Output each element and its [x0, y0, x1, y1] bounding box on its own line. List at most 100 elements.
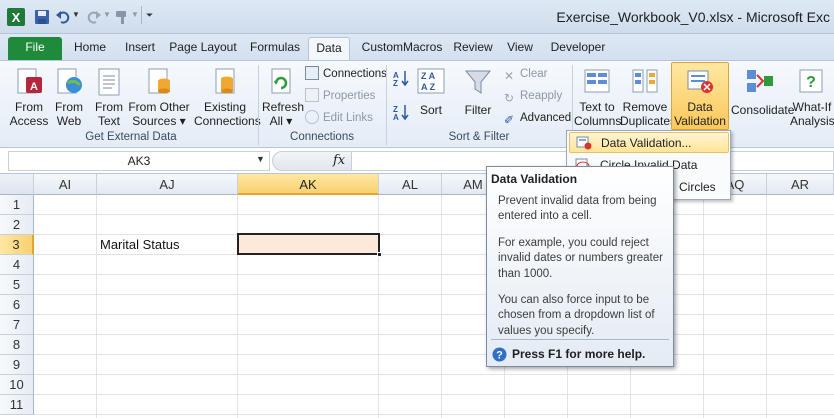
row-header-9[interactable]: 9	[0, 355, 34, 375]
sort-label: Sort	[419, 103, 442, 117]
redo-dropdown-icon[interactable]: ▼	[103, 10, 111, 19]
tab-formulas[interactable]: Formulas	[246, 37, 304, 60]
menu-item-data-validation[interactable]: Data Validation...	[569, 132, 729, 153]
gridline	[34, 354, 834, 355]
sort-ascending-icon[interactable]: AZ	[392, 69, 410, 88]
edit-links-button[interactable]: Edit Links	[305, 109, 373, 127]
clear-icon: ✕	[503, 69, 515, 83]
svg-text:A: A	[30, 81, 38, 93]
select-all-corner[interactable]	[0, 174, 34, 195]
row-header-3[interactable]: 3	[0, 235, 34, 255]
window-title: Exercise_Workbook_V0.xlsx - Microsoft Ex…	[556, 9, 830, 25]
tab-page-layout[interactable]: Page Layout	[168, 37, 238, 60]
format-painter-dropdown-icon[interactable]: ▼	[131, 10, 139, 19]
group-label-connections: Connections	[290, 131, 354, 143]
text-file-icon	[98, 68, 120, 96]
sort-descending-icon[interactable]: ZA	[392, 103, 410, 122]
tab-review[interactable]: Review	[452, 37, 494, 60]
reapply-button[interactable]: ↻ Reapply	[502, 87, 562, 105]
data-validation-button[interactable]: Data Validation ▾	[671, 62, 729, 142]
sort-button[interactable]: Z A A Z Sort	[414, 67, 448, 117]
gridline	[34, 254, 834, 255]
cell-aj3[interactable]: Marital Status	[100, 236, 179, 254]
ribbon-tabs: File Home Insert Page Layout Formulas Da…	[0, 34, 834, 60]
cell-ak3-selected[interactable]	[237, 233, 382, 257]
row-header-5[interactable]: 5	[0, 275, 34, 295]
gridline	[378, 195, 379, 418]
row-header-4[interactable]: 4	[0, 255, 34, 275]
group-separator	[258, 65, 259, 145]
from-web-label-1: From	[55, 100, 83, 114]
column-header-ak[interactable]: AK	[238, 174, 379, 195]
existing-connections-button[interactable]: Existing Connections	[194, 67, 261, 128]
from-access-button[interactable]: A From Access	[8, 67, 50, 128]
filter-button[interactable]: Filter	[460, 67, 496, 117]
advanced-button[interactable]: ✐ Advanced	[502, 109, 571, 127]
remove-duplicates-button[interactable]: Remove Duplicates	[620, 67, 676, 128]
redo-icon[interactable]	[86, 9, 102, 25]
column-header-al[interactable]: AL	[379, 174, 442, 195]
row-header-6[interactable]: 6	[0, 295, 34, 315]
undo-icon[interactable]	[55, 9, 71, 25]
existing-label-1: Existing	[203, 100, 247, 114]
gridline	[766, 195, 767, 418]
refresh-label-1: Refresh	[262, 100, 305, 114]
what-if-analysis-button[interactable]: ? What-If Analysis	[790, 67, 834, 128]
column-header-ai[interactable]: AI	[34, 174, 97, 195]
from-web-button[interactable]: From Web	[50, 67, 88, 128]
row-header-1[interactable]: 1	[0, 195, 34, 215]
worksheet-grid[interactable]: AI AJ AK AL AM AN AO AP AQ AR 1 2 3 4 5 …	[0, 174, 834, 418]
from-text-button[interactable]: From Text	[90, 67, 128, 128]
name-box[interactable]: AK3	[8, 151, 270, 171]
column-header-ar[interactable]: AR	[767, 174, 834, 195]
format-painter-icon[interactable]	[114, 9, 130, 25]
row-header-8[interactable]: 8	[0, 335, 34, 355]
tab-home[interactable]: Home	[68, 37, 112, 60]
customize-icon[interactable]: ⏷	[146, 10, 153, 21]
tab-custommacros[interactable]: CustomMacros	[356, 37, 448, 60]
reapply-label: Reapply	[520, 90, 563, 102]
row-header-2[interactable]: 2	[0, 215, 34, 235]
tab-view[interactable]: View	[502, 37, 538, 60]
tooltip-help-text: Press F1 for more help.	[512, 347, 646, 361]
refresh-all-button[interactable]: Refresh All ▾	[262, 67, 305, 128]
properties-button[interactable]: Properties	[305, 87, 375, 105]
text-to-columns-button[interactable]: Text to Columns	[574, 67, 622, 128]
tab-file[interactable]: File	[8, 37, 62, 60]
fill-handle[interactable]	[377, 252, 382, 257]
tooltip-paragraph-3: You can also force input to be chosen fr…	[498, 294, 655, 337]
connections-button[interactable]: Connections	[305, 65, 387, 83]
row-header-10[interactable]: 10	[0, 375, 34, 395]
refresh-label-2: All ▾	[269, 114, 293, 128]
column-header-aj[interactable]: AJ	[97, 174, 238, 195]
tab-insert[interactable]: Insert	[118, 37, 162, 60]
tab-developer[interactable]: Developer	[548, 37, 608, 60]
tooltip-paragraph-2: For example, you could reject invalid da…	[498, 237, 663, 280]
filter-icon	[464, 70, 492, 94]
undo-dropdown-icon[interactable]: ▼	[72, 10, 80, 19]
clear-button[interactable]: ✕ Clear	[502, 65, 548, 83]
data-validation-label-1: Data	[687, 100, 713, 114]
edit-links-label: Edit Links	[323, 112, 373, 124]
insert-function-icon[interactable]: fx	[333, 153, 345, 168]
remove-dup-label-1: Remove	[622, 100, 668, 114]
gridline	[703, 195, 704, 418]
whatif-label-1: What-If	[792, 100, 832, 114]
from-other-sources-button[interactable]: From Other Sources ▾	[128, 67, 190, 128]
data-validation-tooltip: Data Validation Prevent invalid data fro…	[486, 166, 674, 367]
ttc-label-1: Text to	[579, 100, 615, 114]
consolidate-button[interactable]: Consolidate	[731, 67, 795, 117]
help-icon: ?	[492, 347, 507, 362]
globe-icon	[57, 68, 82, 94]
name-box-dropdown-icon[interactable]: ▼	[256, 154, 265, 164]
ttc-label-2: Columns	[574, 114, 622, 128]
save-icon[interactable]	[34, 9, 50, 25]
excel-icon[interactable]: X	[6, 7, 26, 27]
svg-text:A Z: A Z	[421, 82, 436, 92]
row-header-7[interactable]: 7	[0, 315, 34, 335]
consolidate-label: Consolidate	[731, 103, 795, 117]
row-header-11[interactable]: 11	[0, 395, 34, 415]
group-separator	[386, 65, 387, 145]
tab-data[interactable]: Data	[308, 37, 350, 60]
text-to-columns-icon	[584, 69, 610, 93]
